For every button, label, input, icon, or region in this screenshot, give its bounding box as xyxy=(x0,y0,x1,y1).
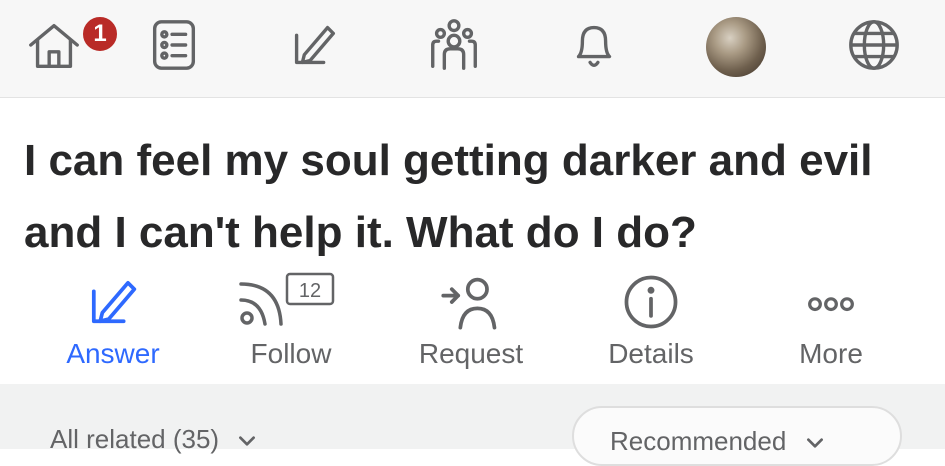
language-tab[interactable] xyxy=(842,12,906,78)
more-button[interactable]: More xyxy=(756,270,906,370)
write-icon xyxy=(294,25,336,65)
details-button[interactable]: Details xyxy=(576,270,726,370)
follow-rss-icon: 12 xyxy=(239,272,335,326)
spaces-tab[interactable] xyxy=(422,12,486,78)
notifications-bell-icon xyxy=(576,25,612,67)
details-label: Details xyxy=(608,338,694,369)
following-feed-icon xyxy=(152,20,196,70)
info-icon xyxy=(624,275,678,329)
home-icon xyxy=(29,23,79,68)
sort-dropdown[interactable]: Recommended xyxy=(572,406,902,466)
top-navigation-bar: 1 xyxy=(0,0,945,98)
follow-count: 12 xyxy=(299,280,321,302)
follow-button[interactable]: 12 Follow xyxy=(216,270,366,370)
related-section-bar: All related (35) Recommended xyxy=(0,384,945,466)
question-title: I can feel my soul getting darker and ev… xyxy=(24,136,873,257)
home-tab[interactable]: 1 xyxy=(22,12,120,78)
notification-count-badge: 1 xyxy=(80,14,120,54)
request-button[interactable]: Request xyxy=(396,270,546,370)
write-tab[interactable] xyxy=(282,12,346,78)
chevron-down-icon xyxy=(806,438,823,448)
following-tab[interactable] xyxy=(142,12,206,78)
follow-label: Follow xyxy=(250,338,332,369)
answer-label: Answer xyxy=(66,338,160,369)
language-globe-icon xyxy=(849,20,899,70)
request-label: Request xyxy=(418,338,524,369)
request-person-icon xyxy=(441,277,497,330)
sort-label: Recommended xyxy=(610,426,787,456)
answer-pen-icon xyxy=(91,280,137,324)
profile-avatar[interactable] xyxy=(706,17,766,77)
notifications-tab[interactable] xyxy=(562,12,626,78)
more-label: More xyxy=(799,338,863,369)
answer-button[interactable]: Answer xyxy=(38,270,188,370)
more-dots-icon xyxy=(808,297,854,312)
all-related-label: All related (35) xyxy=(50,424,220,454)
spaces-icon xyxy=(431,19,477,70)
all-related-dropdown[interactable]: All related (35) xyxy=(50,424,258,455)
